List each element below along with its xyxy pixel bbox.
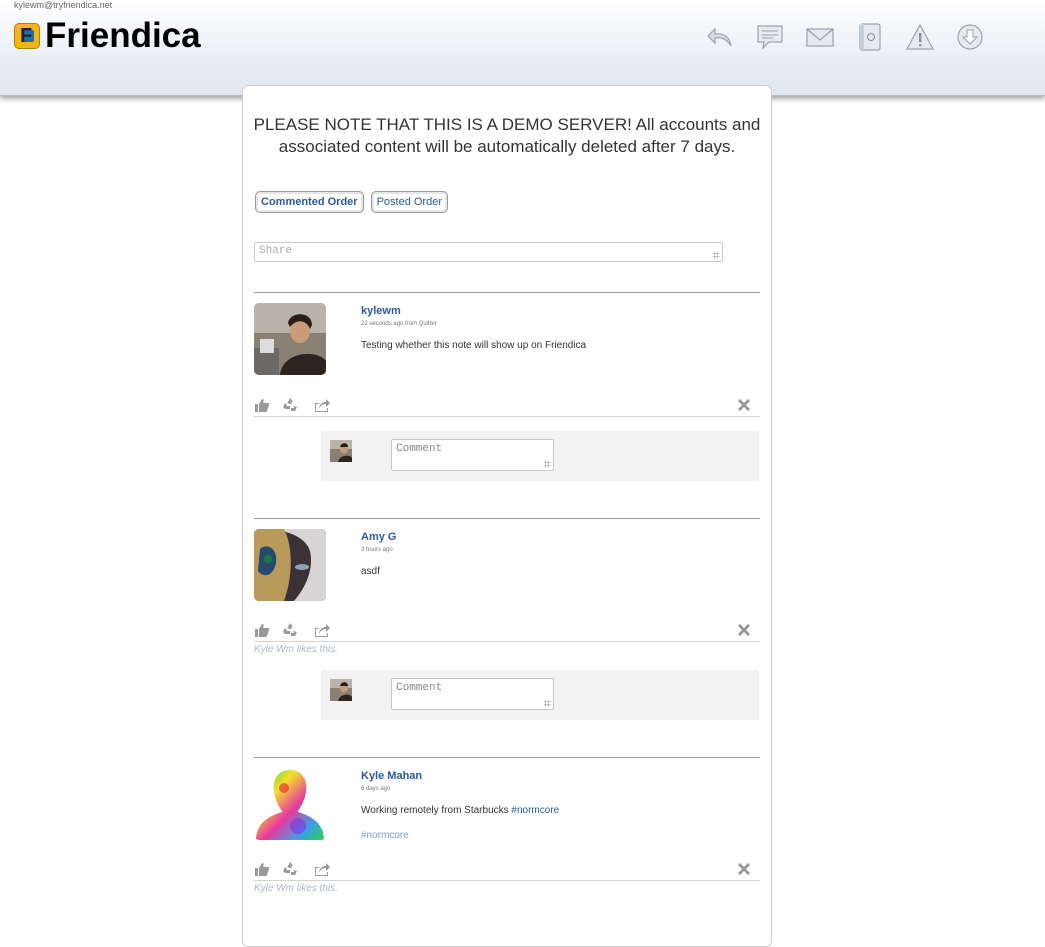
actions-divider bbox=[254, 641, 760, 642]
likes-text[interactable]: Kyle Wm likes this. bbox=[254, 883, 338, 894]
post-author[interactable]: Amy G bbox=[361, 531, 396, 543]
resize-grip-icon[interactable] bbox=[713, 252, 720, 259]
comment-bubble-icon[interactable] bbox=[755, 22, 785, 52]
delete-icon[interactable] bbox=[736, 397, 752, 413]
post: Amy G 3 hours ago asdf Kyle Wm likes thi… bbox=[254, 518, 760, 728]
order-tabs: Commented Order Posted Order bbox=[255, 191, 455, 213]
reshare-icon[interactable] bbox=[282, 397, 298, 413]
post: kylewm 22 seconds ago from Quitter Testi… bbox=[254, 292, 760, 492]
post-actions bbox=[254, 393, 760, 417]
comment-avatar bbox=[330, 440, 352, 462]
delete-icon[interactable] bbox=[736, 861, 752, 877]
post-author[interactable]: kylewm bbox=[361, 305, 401, 317]
like-icon[interactable] bbox=[254, 861, 270, 877]
like-icon[interactable] bbox=[254, 397, 270, 413]
account-name: kylewm@tryfriendica.net bbox=[14, 0, 113, 10]
share-icon[interactable] bbox=[314, 622, 330, 638]
post-divider bbox=[254, 292, 760, 293]
post-divider bbox=[254, 518, 760, 519]
avatar[interactable] bbox=[254, 768, 326, 840]
post-actions bbox=[254, 857, 760, 881]
app-title: Friendica bbox=[45, 16, 201, 55]
comment-input[interactable]: Comment bbox=[391, 678, 554, 710]
post: Kyle Mahan 6 days ago Working remotely f… bbox=[254, 757, 760, 897]
actions-divider bbox=[254, 416, 760, 417]
post-divider bbox=[254, 757, 760, 758]
download-icon[interactable] bbox=[955, 22, 985, 52]
back-icon[interactable] bbox=[705, 22, 735, 52]
comment-avatar bbox=[330, 679, 352, 701]
avatar[interactable] bbox=[254, 529, 326, 601]
contact-book-icon[interactable] bbox=[855, 22, 885, 52]
main-content: PLEASE NOTE THAT THIS IS A DEMO SERVER! … bbox=[242, 85, 772, 947]
delete-icon[interactable] bbox=[736, 622, 752, 638]
post-body-text: Working remotely from Starbucks bbox=[361, 805, 512, 816]
post-actions bbox=[254, 618, 760, 642]
nav-icons bbox=[705, 22, 1005, 52]
tab-posted-order[interactable]: Posted Order bbox=[370, 191, 448, 213]
share-icon[interactable] bbox=[314, 861, 330, 877]
resize-grip-icon[interactable] bbox=[544, 461, 551, 468]
post-author[interactable]: Kyle Mahan bbox=[361, 770, 422, 782]
share-placeholder: Share bbox=[259, 245, 293, 257]
like-icon[interactable] bbox=[254, 622, 270, 638]
share-icon[interactable] bbox=[314, 397, 330, 413]
logo[interactable]: Friendica bbox=[14, 18, 201, 53]
tab-commented-order[interactable]: Commented Order bbox=[255, 191, 364, 213]
share-input[interactable]: Share bbox=[254, 242, 723, 262]
demo-server-notice: PLEASE NOTE THAT THIS IS A DEMO SERVER! … bbox=[253, 115, 761, 156]
comment-input[interactable]: Comment bbox=[391, 439, 554, 471]
comment-placeholder: Comment bbox=[396, 682, 443, 694]
comment-placeholder: Comment bbox=[396, 443, 443, 455]
comment-box: Comment bbox=[321, 670, 759, 720]
post-body: Working remotely from Starbucks #normcor… bbox=[361, 805, 559, 816]
actions-divider bbox=[254, 880, 760, 881]
post-body: asdf bbox=[361, 566, 380, 577]
likes-text[interactable]: Kyle Wm likes this. bbox=[254, 644, 338, 655]
mail-icon[interactable] bbox=[805, 22, 835, 52]
reshare-icon[interactable] bbox=[282, 622, 298, 638]
top-bar: kylewm@tryfriendica.net Friendica bbox=[0, 0, 1045, 96]
post-timestamp: 3 hours ago bbox=[361, 547, 393, 553]
warning-icon[interactable] bbox=[905, 22, 935, 52]
avatar[interactable] bbox=[254, 303, 326, 375]
resize-grip-icon[interactable] bbox=[544, 700, 551, 707]
post-tag[interactable]: #normcore bbox=[361, 830, 409, 841]
friendica-logo-icon bbox=[14, 22, 40, 49]
post-body: Testing whether this note will show up o… bbox=[361, 340, 587, 351]
post-timestamp: 6 days ago bbox=[361, 786, 391, 792]
hashtag-link[interactable]: #normcore bbox=[511, 805, 559, 816]
comment-box: Comment bbox=[321, 431, 759, 481]
post-timestamp: 22 seconds ago from Quitter bbox=[361, 321, 437, 327]
reshare-icon[interactable] bbox=[282, 861, 298, 877]
